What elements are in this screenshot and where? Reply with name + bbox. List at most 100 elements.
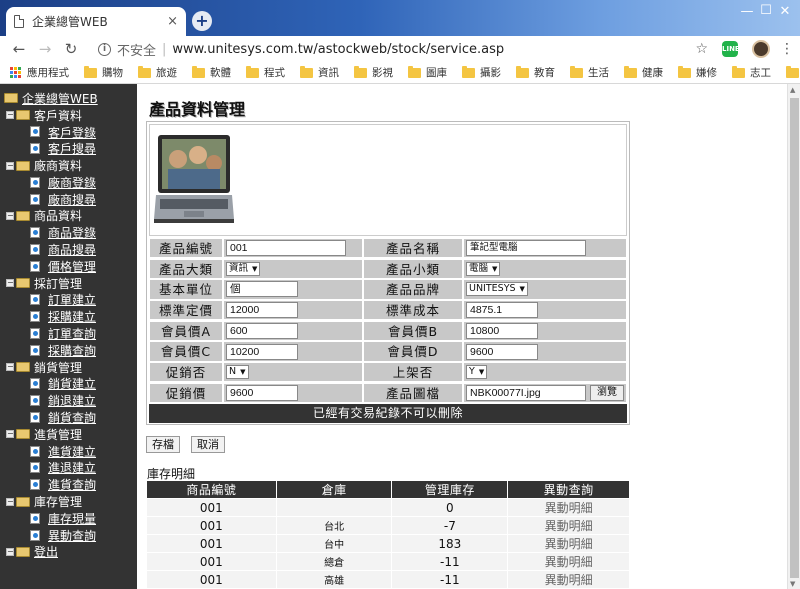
unit-input[interactable]: 個 [226,281,298,298]
sidebar-item[interactable]: 採購建立 [0,308,137,325]
movement-detail-link[interactable]: 異動明細 [507,570,630,589]
sidebar-item[interactable]: 銷退建立 [0,392,137,409]
bookmark-folder[interactable]: 嫌修 [678,65,717,80]
std-cost-input[interactable]: 4875.1 [466,302,538,319]
sidebar-item-label[interactable]: 庫存現量 [48,510,96,527]
std-price-input[interactable]: 12000 [226,302,298,319]
bookmark-star-icon[interactable]: ☆ [695,41,708,57]
close-window-icon[interactable]: ✕ [770,4,800,19]
sidebar-item-label[interactable]: 商品登錄 [48,224,96,241]
reload-icon[interactable]: ↻ [58,40,84,58]
sidebar-item[interactable]: 採購查詢 [0,342,137,359]
collapse-icon[interactable]: − [6,111,14,120]
sidebar-item-label[interactable]: 異動查詢 [48,527,96,544]
sidebar-item[interactable]: 進貨查詢 [0,476,137,493]
subcategory-select[interactable]: 電腦 ▼ [466,261,501,276]
sidebar-item[interactable]: 客戶搜尋 [0,140,137,157]
collapse-icon[interactable]: − [6,430,14,439]
sidebar-item[interactable]: 訂單建立 [0,292,137,309]
sidebar-item[interactable]: 庫存現量 [0,510,137,527]
bookmark-folder[interactable]: 攝影 [462,65,501,80]
member-c-input[interactable]: 10200 [226,343,298,360]
product-no-input[interactable]: 001 [226,240,346,257]
tree-root-label[interactable]: 企業總管WEB [22,90,98,107]
sidebar-group[interactable]: − 進貨管理 [0,426,137,443]
sidebar-item-label[interactable]: 廠商搜尋 [48,191,96,208]
promo-price-input[interactable]: 9600 [226,384,298,401]
member-b-input[interactable]: 10800 [466,322,538,339]
sidebar-item[interactable]: 廠商搜尋 [0,191,137,208]
sidebar-group[interactable]: − 廠商資料 [0,157,137,174]
sidebar-item-label[interactable]: 客戶搜尋 [48,140,96,157]
tree-root[interactable]: 企業總管WEB [0,90,137,107]
bookmark-folder[interactable]: 烹飪 [786,65,800,80]
url-input[interactable]: i 不安全 | www.unitesys.com.tw/astockweb/st… [92,37,696,61]
collapse-icon[interactable]: − [6,497,14,506]
more-menu-icon[interactable]: ⋮ [780,41,794,57]
sidebar-item[interactable]: 廠商登錄 [0,174,137,191]
collapse-icon[interactable]: − [6,211,14,220]
member-a-input[interactable]: 600 [226,322,298,339]
sidebar-item[interactable]: 商品搜尋 [0,241,137,258]
listed-select[interactable]: Y ▼ [466,365,488,380]
sidebar-item-label[interactable]: 商品搜尋 [48,241,96,258]
bookmark-folder[interactable]: 旅遊 [138,65,177,80]
bookmark-folder[interactable]: 健康 [624,65,663,80]
bookmark-apps[interactable]: 應用程式 [10,65,69,80]
sidebar-group[interactable]: − 客戶資料 [0,107,137,124]
sidebar-item-logout[interactable]: − 登出 [0,544,137,561]
member-d-input[interactable]: 9600 [466,343,538,360]
sidebar-item[interactable]: 銷貨建立 [0,376,137,393]
bookmark-folder[interactable]: 教育 [516,65,555,80]
logout-link[interactable]: 登出 [34,543,58,560]
sidebar-group[interactable]: − 庫存管理 [0,493,137,510]
collapse-icon[interactable]: − [6,279,14,288]
sidebar-item-label[interactable]: 訂單查詢 [48,325,96,342]
sidebar-item-label[interactable]: 價格管理 [48,258,96,275]
scrollbar-thumb[interactable] [790,98,799,578]
sidebar-group[interactable]: − 採訂管理 [0,275,137,292]
movement-detail-link[interactable]: 異動明細 [507,534,630,553]
bookmark-folder[interactable]: 生活 [570,65,609,80]
line-extension-icon[interactable]: LINE [722,41,740,57]
bookmark-folder[interactable]: 軟體 [192,65,231,80]
sidebar-item-label[interactable]: 進貨查詢 [48,476,96,493]
sidebar-item[interactable]: 異動查詢 [0,527,137,544]
sidebar-group[interactable]: − 商品資料 [0,208,137,225]
save-button[interactable]: 存檔 [146,436,180,453]
collapse-icon[interactable]: − [6,363,14,372]
bookmark-folder[interactable]: 圖庫 [408,65,447,80]
vertical-scrollbar[interactable]: ▲ ▼ [787,84,800,589]
bookmark-folder[interactable]: 購物 [84,65,123,80]
sidebar-item[interactable]: 商品登錄 [0,224,137,241]
back-arrow-icon[interactable]: ← [6,40,32,58]
sidebar-item-label[interactable]: 採購查詢 [48,342,96,359]
avatar[interactable] [752,40,770,58]
sidebar-item[interactable]: 客戶登錄 [0,124,137,141]
cancel-button[interactable]: 取消 [191,436,225,453]
bookmark-folder[interactable]: 志工 [732,65,771,80]
new-tab-button[interactable]: + [192,11,212,31]
info-icon[interactable]: i [98,42,111,56]
bookmark-folder[interactable]: 資訊 [300,65,339,80]
sidebar-group[interactable]: − 銷貨管理 [0,359,137,376]
sidebar-item-label[interactable]: 採購建立 [48,308,96,325]
product-name-input[interactable]: 筆記型電腦 [466,240,586,257]
promo-select[interactable]: N ▼ [226,365,249,380]
sidebar-item[interactable]: 進退建立 [0,460,137,477]
browse-button[interactable]: 瀏覽 [590,384,624,401]
sidebar-item-label[interactable]: 訂單建立 [48,291,96,308]
bookmark-folder[interactable]: 影視 [354,65,393,80]
image-file-input[interactable]: NBK00077I.jpg [466,384,586,401]
sidebar-item[interactable]: 訂單查詢 [0,325,137,342]
sidebar-item-label[interactable]: 進貨建立 [48,443,96,460]
scroll-down-icon[interactable]: ▼ [790,580,795,588]
tab-close-icon[interactable]: × [167,14,178,29]
bookmark-folder[interactable]: 程式 [246,65,285,80]
collapse-icon[interactable]: − [6,161,14,170]
sidebar-item[interactable]: 價格管理 [0,258,137,275]
movement-detail-link[interactable]: 異動明細 [507,516,630,535]
movement-detail-link[interactable]: 異動明細 [507,552,630,571]
sidebar-item[interactable]: 進貨建立 [0,443,137,460]
brand-select[interactable]: UNITESYS ▼ [466,282,528,297]
